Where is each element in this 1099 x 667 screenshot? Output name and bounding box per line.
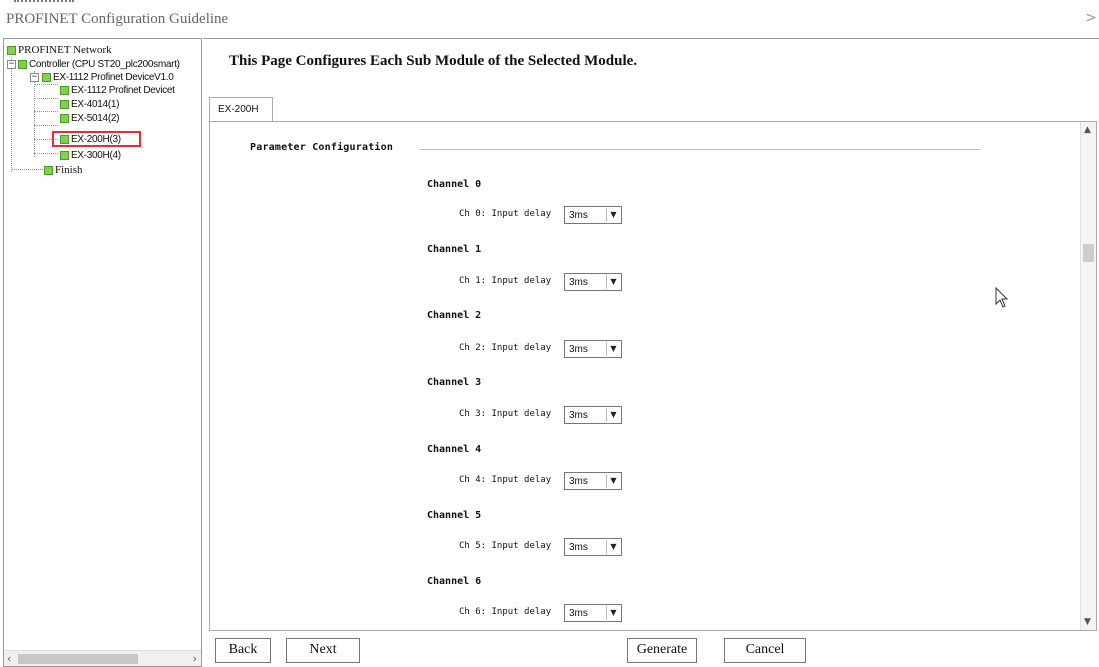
wizard-button-bar: Back Next Generate Cancel [203, 634, 1099, 667]
tree-connector [34, 84, 58, 85]
scrollbar-thumb[interactable] [1083, 244, 1094, 262]
tree-item-ex-300h[interactable]: EX-300H(4) [60, 149, 121, 162]
channel-title: Channel 0 [427, 179, 482, 190]
chevron-down-icon[interactable]: ▼ [606, 275, 620, 289]
device-node-icon [42, 72, 51, 82]
input-delay-select[interactable]: 3ms ▼ [564, 406, 622, 424]
back-button[interactable]: Back [215, 638, 271, 663]
mouse-cursor-icon [995, 287, 1009, 308]
chevron-down-icon[interactable]: ▼ [606, 474, 620, 488]
title-decoration [14, 0, 74, 4]
channel-title: Channel 4 [427, 444, 482, 455]
scroll-right-icon[interactable]: › [193, 652, 197, 665]
window-title: PROFINET Configuration Guideline [6, 11, 229, 27]
tree-connector [34, 125, 58, 126]
select-value: 3ms [569, 476, 588, 487]
tree-connector [11, 57, 12, 172]
tree-item-device-config[interactable]: EX-1112 Profinet Devicet [60, 84, 175, 97]
parameter-area: Parameter Configuration Channel 0 Ch 0: … [209, 121, 1097, 631]
chevron-down-icon[interactable]: ▼ [606, 408, 620, 422]
input-delay-select[interactable]: 3ms ▼ [564, 472, 622, 490]
close-icon[interactable]: > [1085, 10, 1097, 26]
tree-item-finish[interactable]: Finish [44, 164, 83, 177]
channel-title: Channel 6 [427, 576, 482, 587]
tree-connector [34, 153, 58, 154]
select-value: 3ms [569, 542, 588, 553]
channel-label: Ch 0: Input delay [459, 209, 552, 219]
input-delay-select[interactable]: 3ms ▼ [564, 273, 622, 291]
input-delay-select[interactable]: 3ms ▼ [564, 604, 622, 622]
scroll-left-icon[interactable]: ‹ [7, 652, 11, 665]
module-node-icon [60, 150, 69, 160]
select-value: 3ms [569, 344, 588, 355]
chevron-down-icon[interactable]: ▼ [606, 540, 620, 554]
tree-horizontal-scrollbar[interactable]: ‹ › [4, 650, 201, 666]
input-delay-select[interactable]: 3ms ▼ [564, 340, 622, 358]
channel-title: Channel 2 [427, 310, 482, 321]
module-node-icon [60, 99, 69, 109]
module-node-icon [60, 113, 69, 123]
tree-item-ex-5014[interactable]: EX-5014(2) [60, 112, 119, 125]
tree-connector [34, 111, 58, 112]
config-panel: This Page Configures Each Sub Module of … [203, 38, 1099, 634]
tree-item-ex-4014[interactable]: EX-4014(1) [60, 98, 119, 111]
section-title: Parameter Configuration [250, 142, 394, 153]
channel-label: Ch 4: Input delay [459, 475, 552, 485]
select-value: 3ms [569, 410, 588, 421]
section-divider [420, 149, 980, 150]
select-value: 3ms [569, 210, 588, 221]
tree-connector [34, 98, 58, 99]
selection-highlight [52, 131, 141, 147]
chevron-down-icon[interactable]: ▼ [606, 342, 620, 356]
page-heading: This Page Configures Each Sub Module of … [229, 53, 638, 69]
channel-title: Channel 1 [427, 244, 482, 255]
tree-item-controller[interactable]: Controller (CPU ST20_plc200smart) [18, 58, 180, 71]
navigation-tree[interactable]: PROFINET Network − Controller (CPU ST20_… [3, 38, 202, 667]
input-delay-select[interactable]: 3ms ▼ [564, 206, 622, 224]
title-bar: PROFINET Configuration Guideline > [0, 0, 1099, 38]
collapse-icon[interactable]: − [7, 60, 16, 69]
channel-title: Channel 5 [427, 510, 482, 521]
tree-item-device[interactable]: EX-1112 Profinet DeviceV1.0 [42, 71, 174, 84]
vertical-scrollbar[interactable]: ▲ ▼ [1080, 122, 1096, 630]
channel-label: Ch 1: Input delay [459, 276, 552, 286]
channel-label: Ch 6: Input delay [459, 607, 552, 617]
scroll-up-icon[interactable]: ▲ [1084, 125, 1091, 135]
select-value: 3ms [569, 277, 588, 288]
channel-label: Ch 5: Input delay [459, 541, 552, 551]
channel-label: Ch 2: Input delay [459, 343, 552, 353]
generate-button[interactable]: Generate [627, 638, 697, 663]
channel-title: Channel 3 [427, 377, 482, 388]
module-node-icon [60, 85, 69, 95]
network-node-icon [7, 45, 16, 55]
tree-item-profinet-network[interactable]: PROFINET Network [7, 44, 112, 57]
select-value: 3ms [569, 608, 588, 619]
cancel-button[interactable]: Cancel [724, 638, 806, 663]
scroll-down-icon[interactable]: ▼ [1084, 617, 1091, 627]
input-delay-select[interactable]: 3ms ▼ [564, 538, 622, 556]
controller-node-icon [18, 59, 27, 69]
collapse-icon[interactable]: − [30, 73, 39, 82]
scrollbar-thumb[interactable] [18, 654, 138, 664]
next-button[interactable]: Next [286, 638, 360, 663]
chevron-down-icon[interactable]: ▼ [606, 208, 620, 222]
tab-ex-200h[interactable]: EX-200H [209, 97, 273, 121]
channel-label: Ch 3: Input delay [459, 409, 552, 419]
finish-node-icon [44, 165, 53, 175]
chevron-down-icon[interactable]: ▼ [606, 606, 620, 620]
